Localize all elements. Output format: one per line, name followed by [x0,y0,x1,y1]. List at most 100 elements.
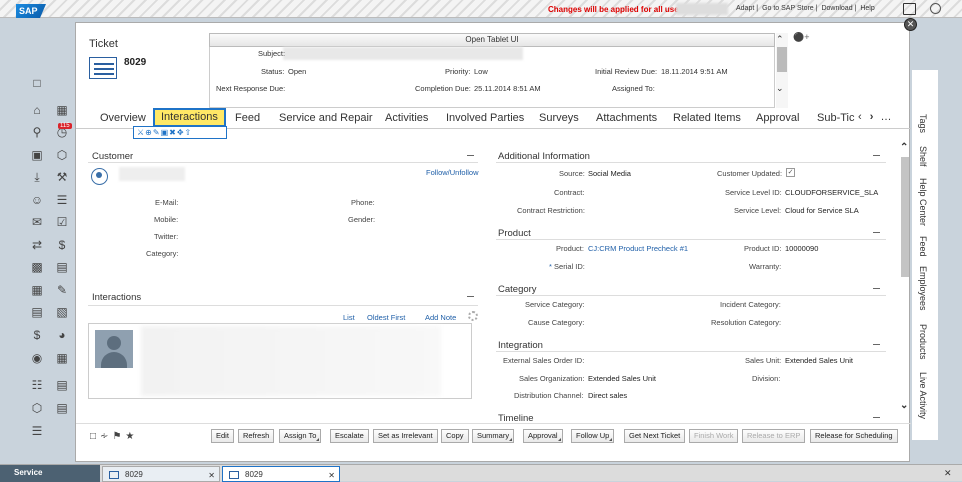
calculator-icon[interactable]: ▧ [55,305,69,319]
box-icon[interactable]: ⬡ [55,148,69,162]
collapse-customer-icon[interactable] [467,155,474,156]
schedule-icon[interactable]: ▦ [30,283,44,297]
collapse-product-icon[interactable] [873,232,880,233]
download-link[interactable]: Download [821,5,852,12]
taskbar-tab-ticket-active[interactable]: 8029 ✕ [222,466,340,482]
copy-button[interactable]: Copy [441,429,469,443]
close-all-icon[interactable]: ✕ [944,468,952,479]
oldest-first-link[interactable]: Oldest First [367,313,405,322]
open-tablet-ui-button[interactable]: Open Tablet UI [209,33,775,47]
agenda-icon[interactable]: ▦ [55,351,69,365]
barcode-icon[interactable]: ☷ [30,378,44,392]
content-scrollbar[interactable]: ⌃ ⌄ [900,142,910,415]
scroll-up-icon[interactable]: ⌃ [776,34,784,45]
gauge-icon[interactable]: ◕ [55,328,69,342]
tools-icon[interactable]: ⚒ [55,170,69,184]
rss-icon[interactable]: ∻ [100,431,112,442]
home-icon[interactable]: ⌂ [30,103,44,117]
list-icon[interactable]: ☰ [30,424,44,438]
release-for-scheduling-button[interactable]: Release for Scheduling [810,429,898,443]
tag-add-icon[interactable]: ⚫+ [793,32,809,43]
shelf-tab[interactable]: Shelf [918,146,928,167]
close-tab-icon[interactable]: ✕ [328,471,335,480]
follow-up-button[interactable]: Follow Up [571,429,615,443]
org-chart-icon[interactable]: ▣ [30,148,44,162]
map-pin-icon[interactable]: ◉ [30,351,44,365]
summary-button[interactable]: Summary [472,429,515,443]
employees-tab[interactable]: Employees [918,266,928,311]
tab-toolbar[interactable]: ⚔⊕✎▣✖✥⇧ [133,126,227,139]
message-icon[interactable]: ▤ [30,305,44,319]
scrollbar-thumb[interactable] [901,157,909,277]
collapse-integration-icon[interactable] [873,344,880,345]
close-modal-icon[interactable]: ✕ [904,18,917,31]
chat-icon[interactable]: □ [30,76,44,90]
email-icon[interactable]: ✉ [30,215,44,229]
scroll-down-icon[interactable]: ⌄ [900,400,908,411]
tab-attachments[interactable]: Attachments [596,112,657,124]
assign-to-button[interactable]: Assign To [279,429,322,443]
chevron-right-icon[interactable]: › [870,111,874,123]
sap-store-link[interactable]: Go to SAP Store [762,5,814,12]
ticket-icon-active[interactable]: ✎ [55,283,69,297]
tab-feed[interactable]: Feed [235,112,260,124]
escalate-button[interactable]: Escalate [330,429,369,443]
collapse-category-icon[interactable] [873,288,880,289]
tab-interactions[interactable]: Interactions [153,108,226,127]
customer-updated-checkbox[interactable]: ✓ [786,168,795,177]
window-icon[interactable] [903,3,916,15]
service-tab[interactable]: Service [0,465,100,482]
invoice-icon[interactable]: $ [30,328,44,342]
clipboard-icon[interactable]: ▤ [55,378,69,392]
flag-icon[interactable]: ⚑ [112,431,125,442]
box-outline-icon[interactable]: ⬡ [30,401,44,415]
adapt-link[interactable]: Adapt [736,5,754,12]
calendar-icon[interactable]: ▦ [55,103,69,117]
collapse-interactions-icon[interactable] [467,296,474,297]
star-icon[interactable]: ★ [125,431,138,442]
settings-gear-icon[interactable] [468,311,478,321]
live-activity-tab[interactable]: Live Activity [918,372,928,419]
search-icon[interactable]: ⚲ [30,125,44,139]
checklist-icon[interactable]: ☑ [55,215,69,229]
set-irrelevant-button[interactable]: Set as Irrelevant [373,429,438,443]
help-center-tab[interactable]: Help Center [918,178,928,226]
chevron-left-icon[interactable]: ‹ [858,111,862,123]
list-link[interactable]: List [343,313,355,322]
collapse-timeline-icon[interactable] [873,417,880,418]
tags-tab[interactable]: Tags [918,114,928,133]
refresh-button[interactable]: Refresh [238,429,275,443]
tab-surveys[interactable]: Surveys [539,112,579,124]
tab-related-items[interactable]: Related Items [673,112,741,124]
close-tab-icon[interactable]: ✕ [208,471,215,480]
tab-activities[interactable]: Activities [385,112,428,124]
power-icon[interactable] [930,3,941,14]
chat-icon[interactable]: □ [90,431,100,442]
dollar-icon[interactable]: $ [55,238,69,252]
files-icon[interactable]: ▤ [55,401,69,415]
add-note-link[interactable]: Add Note [425,313,456,322]
products-tab[interactable]: Products [918,324,928,360]
tab-overview[interactable]: Overview [100,112,146,124]
money-transfer-icon[interactable]: ⇄ [30,238,44,252]
tab-approval[interactable]: Approval [756,112,799,124]
get-next-ticket-button[interactable]: Get Next Ticket [624,429,686,443]
taskbar-tab-ticket[interactable]: 8029 ✕ [102,466,220,482]
approval-button[interactable]: Approval [523,429,563,443]
product-link[interactable]: CJ:CRM Product Precheck #1 [588,244,688,253]
tab-involved-parties[interactable]: Involved Parties [446,112,524,124]
more-icon[interactable]: … [880,111,891,123]
follow-unfollow-link[interactable]: Follow/Unfollow [426,168,479,177]
tab-service-and-repair[interactable]: Service and Repair [279,112,373,124]
scroll-down-icon[interactable]: ⌄ [776,83,784,94]
tab-sub-tickets[interactable]: Sub-Tic [817,112,855,124]
chart-doc-icon[interactable]: ▩ [30,260,44,274]
person-circle-icon[interactable]: ☺ [30,193,44,207]
collapse-additional-icon[interactable] [873,155,880,156]
download-circle-icon[interactable]: ⤓ [30,170,44,184]
feed-tab[interactable]: Feed [918,236,928,257]
scroll-up-icon[interactable]: ⌃ [900,142,908,153]
help-link[interactable]: Help [860,5,874,12]
edit-button[interactable]: Edit [211,429,234,443]
people-list-icon[interactable]: ☰ [55,193,69,207]
